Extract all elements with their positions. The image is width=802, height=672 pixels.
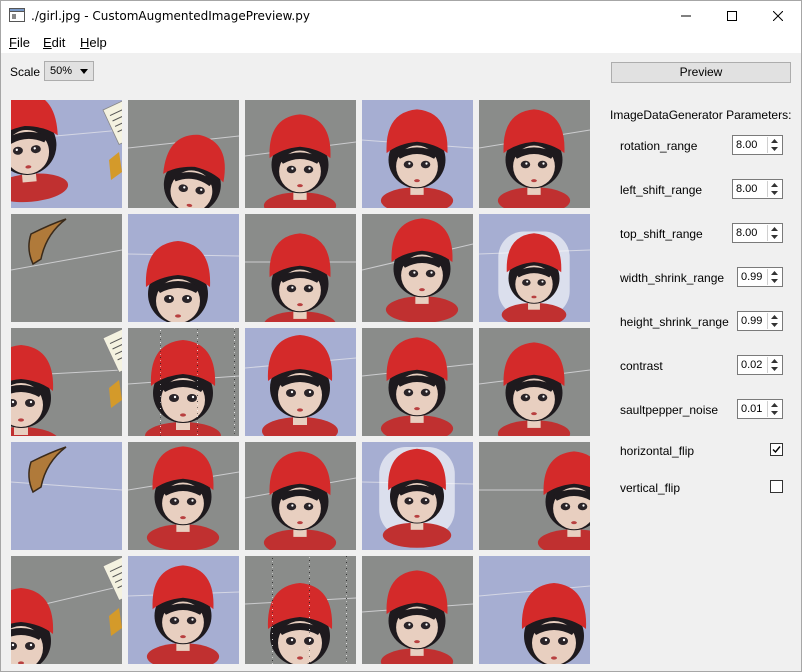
app-window: ./girl.jpg - CustomAugmentedImagePreview… (0, 0, 802, 672)
menu-bar: File Edit Help (1, 31, 801, 53)
menu-file[interactable]: File (9, 35, 30, 50)
augmented-preview-image (479, 442, 590, 550)
width-shrink-range-spinbox[interactable]: 0.99 (737, 267, 783, 287)
augmented-preview-image (11, 442, 122, 550)
contrast-spinbox[interactable]: 0.02 (737, 355, 783, 375)
spin-up-icon[interactable] (770, 357, 779, 365)
left-shift-range-spinbox[interactable]: 8.00 (732, 179, 783, 199)
app-icon (9, 8, 25, 22)
height-shrink-range-value: 0.99 (741, 315, 763, 327)
spin-down-icon[interactable] (770, 233, 779, 241)
left-shift-range-value: 8.00 (736, 183, 758, 195)
top-shift-range-spinbox[interactable]: 8.00 (732, 223, 783, 243)
maximize-icon (727, 11, 737, 21)
augmented-preview-image (128, 100, 239, 208)
spin-up-icon[interactable] (770, 313, 779, 321)
scale-label: Scale (10, 65, 41, 79)
maximize-button[interactable] (709, 1, 755, 31)
top-shift-range-label: top_shift_range (620, 227, 703, 241)
augmented-preview-image (128, 556, 239, 664)
menu-help[interactable]: Help (80, 35, 107, 50)
scale-value: 50% (50, 65, 73, 77)
augmented-preview-image (479, 214, 590, 322)
horizontal-flip-checkbox[interactable] (770, 443, 783, 456)
rotation-range-value: 8.00 (736, 139, 758, 151)
title-bar: ./girl.jpg - CustomAugmentedImagePreview… (1, 1, 801, 31)
augmented-preview-image (128, 328, 239, 436)
spin-down-icon[interactable] (770, 145, 779, 153)
augmented-preview-image (11, 214, 122, 322)
augmented-preview-image (128, 442, 239, 550)
top-shift-range-value: 8.00 (736, 227, 758, 239)
spin-up-icon[interactable] (770, 225, 779, 233)
augmented-preview-image (479, 100, 590, 208)
chevron-down-icon (80, 69, 88, 74)
preview-button[interactable]: Preview (611, 62, 791, 83)
height-shrink-range-spinbox[interactable]: 0.99 (737, 311, 783, 331)
augmented-preview-image (362, 442, 473, 550)
contrast-value: 0.02 (741, 359, 763, 371)
spin-up-icon[interactable] (770, 401, 779, 409)
minimize-icon (681, 15, 691, 17)
params-title: ImageDataGenerator Parameters: (610, 108, 792, 122)
spin-up-icon[interactable] (770, 137, 779, 145)
spin-up-icon[interactable] (770, 269, 779, 277)
spin-down-icon[interactable] (770, 365, 779, 373)
checkmark-icon (772, 446, 781, 454)
width-shrink-range-label: width_shrink_range (620, 271, 725, 285)
augmented-preview-image (245, 328, 356, 436)
close-icon (773, 11, 783, 21)
augmented-preview-image (245, 214, 356, 322)
contrast-label: contrast (620, 359, 663, 373)
window-title: ./girl.jpg - CustomAugmentedImagePreview… (31, 9, 310, 23)
saultpepper-noise-label: saultpepper_noise (620, 403, 719, 417)
rotation-range-label: rotation_range (620, 139, 698, 153)
width-shrink-range-value: 0.99 (741, 271, 763, 283)
saultpepper-noise-spinbox[interactable]: 0.01 (737, 399, 783, 419)
vertical-flip-label: vertical_flip (620, 481, 681, 495)
augmented-preview-image (11, 100, 122, 208)
spin-down-icon[interactable] (770, 321, 779, 329)
augmented-preview-image (245, 100, 356, 208)
horizontal-flip-label: horizontal_flip (620, 444, 695, 458)
height-shrink-range-label: height_shrink_range (620, 315, 729, 329)
augmented-preview-image (245, 556, 356, 664)
minimize-button[interactable] (663, 1, 709, 31)
spin-down-icon[interactable] (770, 277, 779, 285)
menu-edit[interactable]: Edit (43, 35, 65, 50)
augmented-preview-image (362, 214, 473, 322)
augmented-preview-image (362, 328, 473, 436)
saultpepper-noise-value: 0.01 (741, 403, 763, 415)
augmented-preview-image (362, 100, 473, 208)
augmented-preview-image (11, 556, 122, 664)
augmented-image-grid (11, 100, 590, 664)
scale-dropdown[interactable]: 50% (44, 61, 94, 81)
augmented-preview-image (479, 556, 590, 664)
spin-down-icon[interactable] (770, 189, 779, 197)
augmented-preview-image (128, 214, 239, 322)
augmented-preview-image (362, 556, 473, 664)
spin-down-icon[interactable] (770, 409, 779, 417)
spin-up-icon[interactable] (770, 181, 779, 189)
left-shift-range-label: left_shift_range (620, 183, 703, 197)
close-button[interactable] (755, 1, 801, 31)
augmented-preview-image (11, 328, 122, 436)
augmented-preview-image (245, 442, 356, 550)
vertical-flip-checkbox[interactable] (770, 480, 783, 493)
rotation-range-spinbox[interactable]: 8.00 (732, 135, 783, 155)
augmented-preview-image (479, 328, 590, 436)
